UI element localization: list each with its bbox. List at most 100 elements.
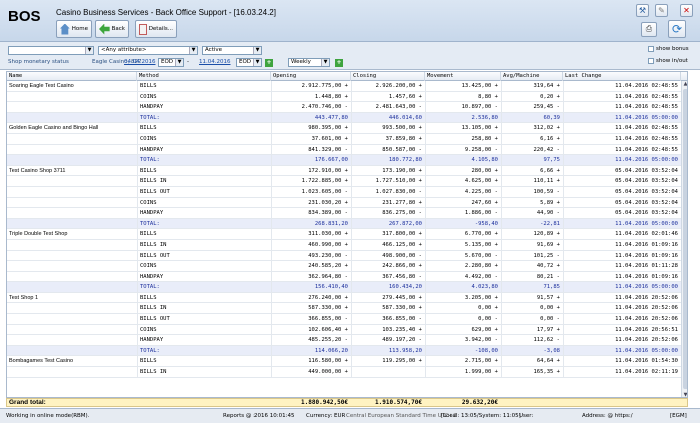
add-period-button[interactable]: + — [265, 59, 273, 67]
table-row-total[interactable]: TOTAL: 114.066,20 113.958,20 -108,00 -3,08 11… — [7, 345, 681, 357]
back-button[interactable]: Back — [95, 20, 129, 38]
table-row[interactable]: HANDPAY 2.470.746,00 -2.481.643,00 -10.89… — [7, 102, 681, 113]
table-row[interactable]: Soaring Eagle Test Casino BILLS 2.912.775,… — [7, 81, 681, 92]
table-row[interactable]: HANDPAY 485.255,20 -489.197,20 -3.942,00 … — [7, 335, 681, 346]
row-closing: 498.900,00 - — [351, 250, 425, 261]
close-button[interactable]: ✕ — [680, 4, 693, 17]
row-last-change: 11.04.2016 02:48:55 — [563, 102, 681, 113]
table-row[interactable]: Bombagames Test Casino BILLS 116.580,00 +1… — [7, 356, 681, 368]
table-row[interactable]: BILLS OUT 1.023.605,00 -1.027.830,00 -4.2… — [7, 186, 681, 198]
table-row[interactable]: Golden Eagle Casino and Bingo Hall BILLS 9… — [7, 123, 681, 134]
home-button[interactable]: Home — [56, 20, 92, 38]
row-avg-machine: -3,08 — [501, 345, 563, 356]
edit-button[interactable]: ✎ — [655, 4, 668, 17]
table-row[interactable]: Test Casino Shop 3711 BILLS 172.910,00 +17… — [7, 165, 681, 177]
vertical-scrollbar[interactable]: ▲ ▼ — [681, 81, 687, 397]
eod-from-select[interactable]: EOD ▼ — [158, 58, 184, 67]
table-row-total[interactable]: TOTAL: 268.831,20 267.872,00 -958,40 -22,81 1… — [7, 218, 681, 230]
row-name — [9, 282, 137, 292]
scrollbar-thumb[interactable] — [683, 89, 687, 389]
column-header-closing[interactable]: Closing — [351, 72, 425, 81]
table-row[interactable]: BILLS IN 1.722.885,00 +1.727.510,00 +4.62… — [7, 176, 681, 187]
row-name — [9, 113, 137, 123]
details-button[interactable]: Details... — [135, 20, 177, 38]
row-opening: 362.964,80 - — [271, 271, 351, 282]
table-row[interactable]: HANDPAY 834.389,00 -836.275,00 -1.886,00 … — [7, 208, 681, 219]
print-button[interactable]: ⎙ — [641, 22, 657, 37]
row-name — [9, 261, 137, 271]
row-opening: 1.448,80 + — [271, 91, 351, 102]
row-movement: 2.536,80 — [425, 112, 501, 123]
chevron-down-icon: ▼ — [175, 59, 183, 66]
column-header-method[interactable]: Method — [137, 72, 271, 81]
row-method: COINS — [137, 197, 271, 208]
row-movement: 8,80 + — [425, 91, 501, 102]
checkbox-box[interactable] — [648, 46, 654, 52]
row-method: HANDPAY — [137, 102, 271, 113]
checkbox-box[interactable] — [648, 58, 654, 64]
table-row[interactable]: COINS 231.030,20 +231.277,80 +247,60 +5,8… — [7, 197, 681, 209]
table-row[interactable]: BILLS OUT 493.230,00 -498.900,00 -5.670,0… — [7, 250, 681, 262]
row-movement: 1.999,00 + — [425, 367, 501, 378]
group-select[interactable]: ▼ — [8, 46, 94, 55]
scroll-up-icon[interactable]: ▲ — [682, 81, 687, 88]
table-row[interactable]: COINS 240.585,20 +242.866,00 +2.280,80 +4… — [7, 261, 681, 272]
table-row[interactable]: BILLS IN 449.000,00 + 1.999,00 +165,35 +11… — [7, 367, 681, 378]
row-method: BILLS — [137, 356, 271, 367]
table-row[interactable]: HANDPAY 362.964,80 -367.456,80 -4.492,00 … — [7, 271, 681, 283]
row-method: BILLS — [137, 123, 271, 134]
row-name — [9, 367, 137, 377]
row-movement: 2.715,00 + — [425, 356, 501, 367]
refresh-button[interactable]: ⟳ — [668, 20, 686, 38]
row-movement: 4.492,00 - — [425, 271, 501, 282]
row-opening: 176.667,00 — [271, 155, 351, 166]
table-row[interactable]: COINS 102.606,40 +103.235,40 +629,00 +17,… — [7, 324, 681, 336]
attribute-select-value: <Any attribute> — [101, 47, 147, 53]
table-row-total[interactable]: TOTAL: 443.477,80 446.014,60 2.536,80 60,39 1… — [7, 112, 681, 124]
grid-rows: Soaring Eagle Test Casino BILLS 2.912.775,… — [7, 81, 681, 378]
row-method: BILLS — [137, 292, 271, 303]
eod-to-select[interactable]: EOD ▼ — [236, 58, 262, 67]
status-mode: Working in online mode(RBM). — [6, 413, 90, 419]
row-avg-machine: 0,20 + — [501, 91, 563, 102]
table-row[interactable]: Triple Double Test Shop BILLS 311.030,00 +… — [7, 229, 681, 240]
date-from-link[interactable]: 04.04.2016 — [124, 59, 156, 65]
row-last-change: 11.04.2016 01:09:16 — [563, 239, 681, 250]
column-header-movement[interactable]: Movement — [425, 72, 501, 81]
table-row[interactable]: BILLS OUT 366.855,00 -366.855,00 -0,00 -0… — [7, 314, 681, 325]
row-opening: 485.255,20 - — [271, 335, 351, 346]
table-row[interactable]: COINS 37.601,00 +37.859,80 +258,80 +6,16 … — [7, 133, 681, 145]
show-bonus-checkbox[interactable]: show bonus — [648, 46, 689, 52]
show-inout-checkbox[interactable]: show in/out — [648, 58, 688, 64]
chevron-down-icon: ▼ — [85, 47, 93, 54]
column-header-last-change[interactable]: Last Change — [563, 72, 681, 81]
row-movement: 0,00 - — [425, 314, 501, 325]
status-select[interactable]: Active ▼ — [202, 46, 262, 55]
tools-button[interactable]: ⚒ — [636, 4, 649, 17]
column-header-opening[interactable]: Opening — [271, 72, 351, 81]
table-row[interactable]: Test Shop 1 BILLS 276.240,00 +279.445,00 +… — [7, 292, 681, 304]
column-header-name[interactable]: Name — [7, 72, 137, 81]
table-row[interactable]: BILLS IN 460.990,00 +466.125,00 +5.135,00… — [7, 239, 681, 251]
row-avg-machine: 71,85 — [501, 282, 563, 293]
table-row-total[interactable]: TOTAL: 156.410,40 160.434,20 4.023,80 71,85 1… — [7, 282, 681, 293]
period-select[interactable]: Weekly ▼ — [288, 58, 330, 67]
row-avg-machine: 100,59 - — [501, 186, 563, 197]
row-opening: 587.330,00 + — [271, 303, 351, 314]
table-row-total[interactable]: TOTAL: 176.667,00 180.772,80 4.105,80 97,75 1… — [7, 155, 681, 166]
row-avg-machine: 220,42 - — [501, 144, 563, 155]
row-name — [9, 102, 137, 112]
table-row[interactable]: HANDPAY 841.329,00 -850.587,00 -9.258,00 … — [7, 144, 681, 156]
table-row[interactable]: COINS 1.448,80 +1.457,60 +8,80 +0,20 +11.… — [7, 91, 681, 103]
row-opening: 841.329,00 - — [271, 144, 351, 155]
table-row[interactable]: BILLS IN 587.330,00 +587.330,00 +0,00 +0,… — [7, 303, 681, 315]
column-header-avg-machine[interactable]: Avg/Machine — [501, 72, 563, 81]
row-last-change: 05.04.2016 03:52:04 — [563, 208, 681, 219]
apply-period-button[interactable]: + — [335, 59, 343, 67]
row-name — [9, 335, 137, 345]
date-to-link[interactable]: 11.04.2016 — [199, 59, 231, 65]
row-name — [9, 325, 137, 335]
row-movement: 5.135,00 + — [425, 239, 501, 250]
attribute-select[interactable]: <Any attribute> ▼ — [98, 46, 198, 55]
row-last-change: 11.04.2016 01:09:16 — [563, 250, 681, 261]
